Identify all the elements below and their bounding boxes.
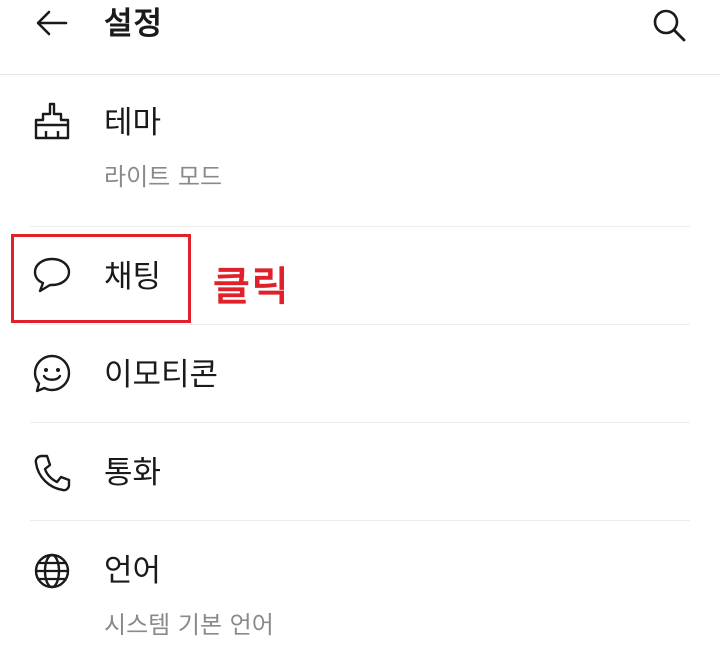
- click-annotation: 클릭: [213, 264, 291, 310]
- theme-subtitle: 라이트 모드: [104, 163, 223, 191]
- app-header: 설정: [0, 0, 720, 75]
- settings-item-call[interactable]: 통화: [0, 423, 720, 520]
- paintbrush-icon: [34, 102, 70, 140]
- language-subtitle: 시스템 기본 언어: [104, 611, 274, 639]
- language-title: 언어: [104, 553, 162, 589]
- search-button[interactable]: [646, 2, 692, 48]
- phone-icon: [34, 454, 71, 492]
- arrow-left-icon: [36, 10, 68, 36]
- call-title: 통화: [104, 455, 162, 491]
- page-title: 설정: [104, 6, 164, 42]
- settings-item-language[interactable]: 언어 시스템 기본 언어: [0, 521, 720, 645]
- globe-icon: [34, 553, 70, 589]
- theme-title: 테마: [104, 105, 162, 141]
- language-icon-wrap: [30, 549, 74, 593]
- search-icon: [653, 9, 686, 42]
- settings-item-emoticon[interactable]: 이모티콘: [0, 325, 720, 422]
- smiley-bubble-icon: [33, 354, 71, 393]
- theme-icon-wrap: [30, 100, 74, 144]
- call-icon-wrap: [30, 451, 74, 495]
- click-highlight-box: [11, 234, 191, 323]
- back-button[interactable]: [30, 2, 76, 48]
- settings-item-theme[interactable]: 테마 라이트 모드: [0, 75, 720, 225]
- emoticon-title: 이모티콘: [104, 357, 219, 393]
- emoticon-icon-wrap: [30, 351, 74, 395]
